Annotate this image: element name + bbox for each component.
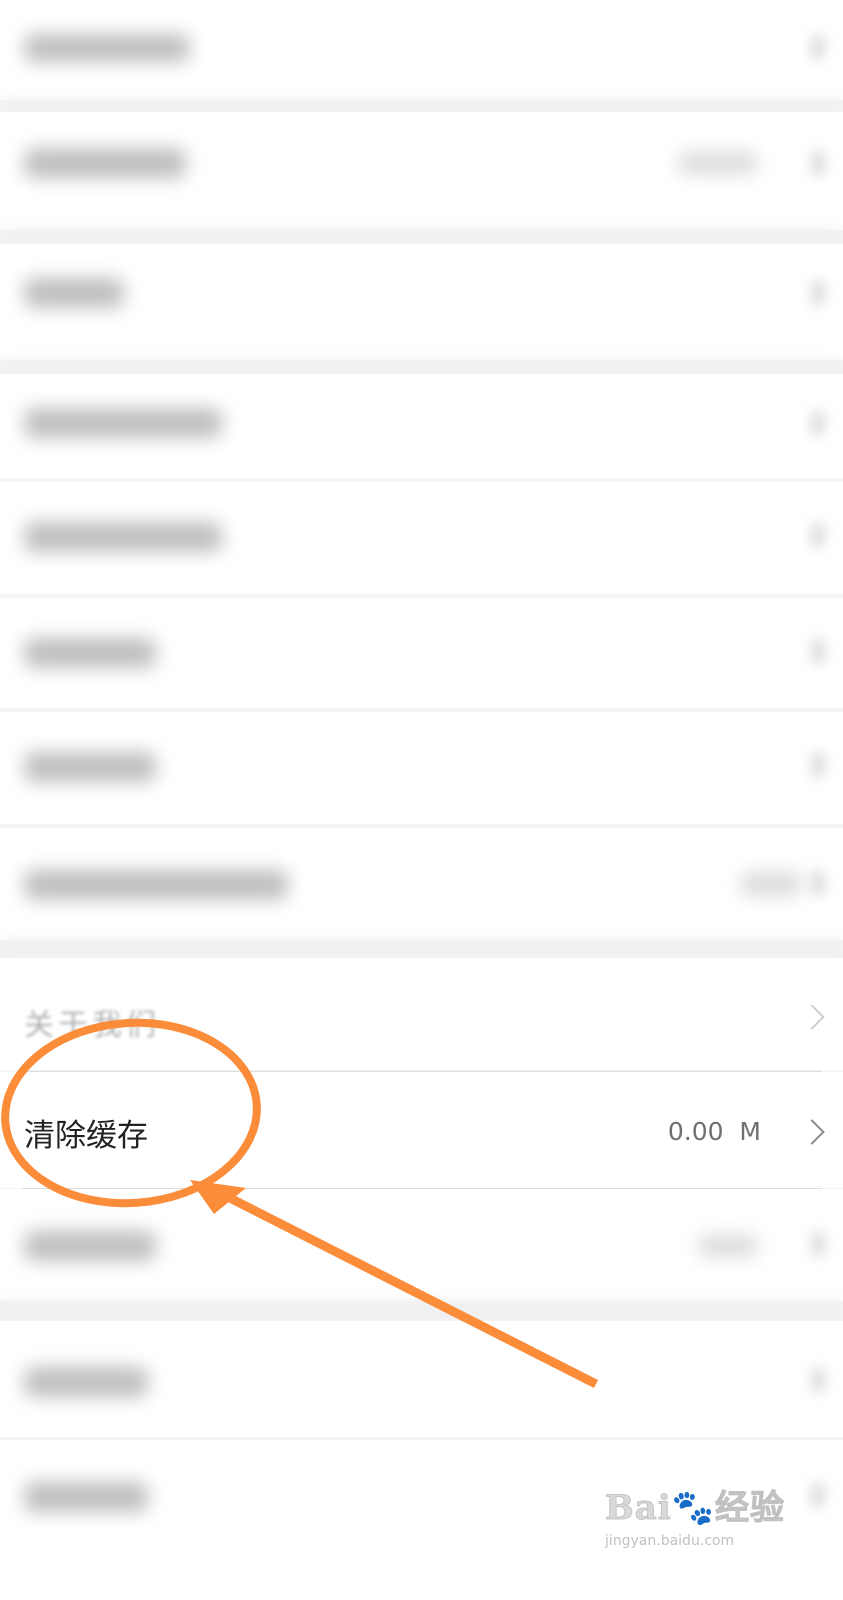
blurred-chevron-icon	[811, 1482, 825, 1508]
blurred-chevron-icon	[811, 1367, 825, 1393]
blurred-label	[24, 34, 190, 62]
blurred-value	[678, 152, 758, 174]
blurred-chevron-icon	[811, 752, 825, 778]
cache-size-value: 0.00 M	[667, 1117, 761, 1146]
watermark-brand: Bai🐾经验	[604, 1488, 785, 1529]
blurred-setting-row[interactable]	[0, 1189, 843, 1301]
blurred-label	[24, 870, 288, 900]
blurred-setting-row[interactable]	[0, 712, 843, 824]
blurred-setting-row[interactable]	[0, 1321, 843, 1437]
blurred-setting-row[interactable]	[0, 0, 843, 100]
blurred-label	[24, 522, 222, 552]
blurred-label	[24, 408, 222, 438]
blurred-label	[24, 1482, 148, 1512]
blurred-setting-row[interactable]	[0, 244, 843, 360]
blurred-setting-row[interactable]	[0, 482, 843, 594]
blurred-chevron-icon	[811, 280, 825, 306]
blurred-label	[24, 1231, 156, 1261]
section-gap	[0, 230, 843, 244]
blurred-label	[24, 752, 156, 782]
settings-screen: 关于我们 清除缓存 0.00 M Bai🐾经验 jingyan.baidu.co…	[0, 0, 843, 1600]
blurred-label	[24, 638, 156, 668]
blurred-chevron-icon	[811, 150, 825, 176]
section-gap	[0, 100, 843, 112]
watermark-url: jingyan.baidu.com	[604, 1533, 735, 1549]
blurred-value	[698, 1235, 758, 1257]
blurred-label	[24, 278, 124, 308]
blurred-chevron-icon	[811, 522, 825, 548]
blurred-setting-row[interactable]	[0, 598, 843, 708]
blurred-setting-row[interactable]	[0, 374, 843, 478]
blurred-chevron-icon	[811, 638, 825, 664]
blurred-value	[740, 872, 802, 896]
about-label: 关于我们	[24, 1008, 160, 1043]
blurred-chevron-icon	[811, 870, 825, 896]
section-gap	[0, 940, 843, 958]
section-gap	[0, 1301, 843, 1321]
blurred-setting-row[interactable]	[0, 828, 843, 940]
blurred-chevron-icon	[811, 1231, 825, 1257]
blurred-label	[24, 1367, 148, 1397]
blurred-label	[24, 148, 186, 178]
blurred-chevron-icon	[811, 410, 825, 436]
blurred-setting-row[interactable]	[0, 112, 843, 230]
blurred-chevron-icon	[811, 34, 825, 60]
section-gap	[0, 360, 843, 374]
clear-cache-label: 清除缓存	[24, 1118, 148, 1154]
baidu-jingyan-watermark: Bai🐾经验 jingyan.baidu.com	[604, 1480, 785, 1550]
